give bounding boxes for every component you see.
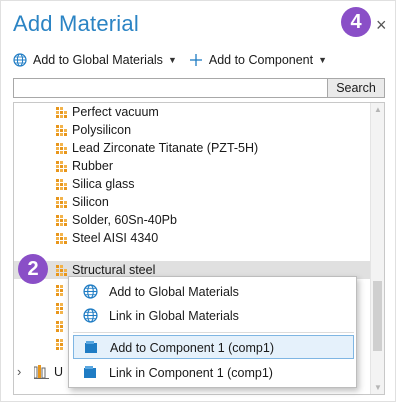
tree-item-material[interactable]: Solder, 60Sn-40Pb <box>14 211 370 229</box>
tree-item-material[interactable]: Steel AISI 4340 <box>14 229 370 247</box>
material-grid-icon <box>56 107 67 118</box>
add-to-component-label: Add to Component <box>208 53 314 67</box>
search-row: Search <box>13 78 385 98</box>
tree-item-material[interactable]: Polysilicon <box>14 121 370 139</box>
component-icon <box>84 366 96 378</box>
dropdown-caret-icon[interactable]: ▼ <box>168 55 177 65</box>
material-grid-icon <box>56 233 67 244</box>
close-icon[interactable]: × <box>376 16 387 34</box>
menu-item-add-to-component[interactable]: Add to Component 1 (comp1) <box>73 335 354 359</box>
material-grid-icon <box>56 143 67 154</box>
material-grid-icon <box>56 197 67 208</box>
window-title: Add Material <box>13 11 139 36</box>
scroll-down-icon[interactable]: ▼ <box>374 383 382 392</box>
material-grid-icon <box>56 215 67 226</box>
globe-icon <box>83 308 98 323</box>
plus-icon <box>189 54 202 66</box>
chevron-right-icon[interactable]: › <box>17 364 21 379</box>
menu-separator <box>73 332 354 333</box>
menu-item-label: Link in Global Materials <box>109 309 239 323</box>
menu-item-label: Link in Component 1 (comp1) <box>109 366 273 380</box>
material-grid-icon <box>56 179 67 190</box>
material-grid-icon <box>56 321 63 332</box>
menu-item-link-in-component[interactable]: Link in Component 1 (comp1) <box>73 361 354 385</box>
tree-item-label: Rubber <box>72 159 113 173</box>
tree-item-label: Structural steel <box>72 263 156 277</box>
tree-item-label: Solder, 60Sn-40Pb <box>72 213 177 227</box>
add-to-global-materials-label: Add to Global Materials <box>33 53 163 67</box>
tree-item-material[interactable]: Perfect vacuum <box>14 103 370 121</box>
material-grid-icon <box>56 125 67 136</box>
material-grid-icon <box>56 339 63 350</box>
toolbar: Add to Global Materials ▼ Add to Compone… <box>13 50 339 70</box>
dropdown-caret-icon[interactable]: ▼ <box>318 55 327 65</box>
scrollbar-thumb[interactable] <box>373 281 382 351</box>
tree-item-material[interactable]: Lead Zirconate Titanate (PZT-5H) <box>14 139 370 157</box>
callout-badge-2: 2 <box>18 254 48 284</box>
menu-item-add-to-global-materials[interactable]: Add to Global Materials <box>73 280 354 304</box>
tree-item-label: Lead Zirconate Titanate (PZT-5H) <box>72 141 259 155</box>
material-grid-icon <box>56 265 67 276</box>
add-to-global-materials-button[interactable]: Add to Global Materials ▼ <box>13 53 177 67</box>
menu-item-label: Add to Component 1 (comp1) <box>110 341 274 355</box>
tree-item-material[interactable]: Silicon <box>14 193 370 211</box>
component-icon <box>85 341 97 353</box>
tree-node-label: U <box>54 365 64 379</box>
callout-badge-4: 4 <box>341 7 371 37</box>
tree-item-material[interactable]: Silica glass <box>14 175 370 193</box>
menu-item-label: Add to Global Materials <box>109 285 239 299</box>
search-input[interactable] <box>13 78 328 98</box>
library-books-icon <box>34 365 49 379</box>
globe-icon <box>83 284 98 299</box>
scroll-up-icon[interactable]: ▲ <box>374 105 382 114</box>
material-grid-icon <box>56 303 63 314</box>
material-grid-icon <box>56 285 63 296</box>
add-material-window: Add Material 4 × Add to Global Materials… <box>0 0 396 402</box>
search-button[interactable]: Search <box>328 78 385 98</box>
context-menu: Add to Global Materials Link in Global M… <box>68 276 357 388</box>
tree-item-label: Silica glass <box>72 177 135 191</box>
globe-icon <box>13 53 27 67</box>
material-grid-icon <box>56 161 67 172</box>
menu-item-link-in-global-materials[interactable]: Link in Global Materials <box>73 304 354 328</box>
add-to-component-button[interactable]: Add to Component ▼ <box>189 53 327 67</box>
tree-item-label: Perfect vacuum <box>72 105 159 119</box>
tree-item-label: Steel AISI 4340 <box>72 231 159 245</box>
tree-item-label: Polysilicon <box>72 123 132 137</box>
tree-node-library[interactable]: › U <box>14 363 74 381</box>
tree-item-material[interactable]: Rubber <box>14 157 370 175</box>
tree-item-label: Silicon <box>72 195 109 209</box>
vertical-scrollbar[interactable]: ▲ ▼ <box>370 103 384 394</box>
